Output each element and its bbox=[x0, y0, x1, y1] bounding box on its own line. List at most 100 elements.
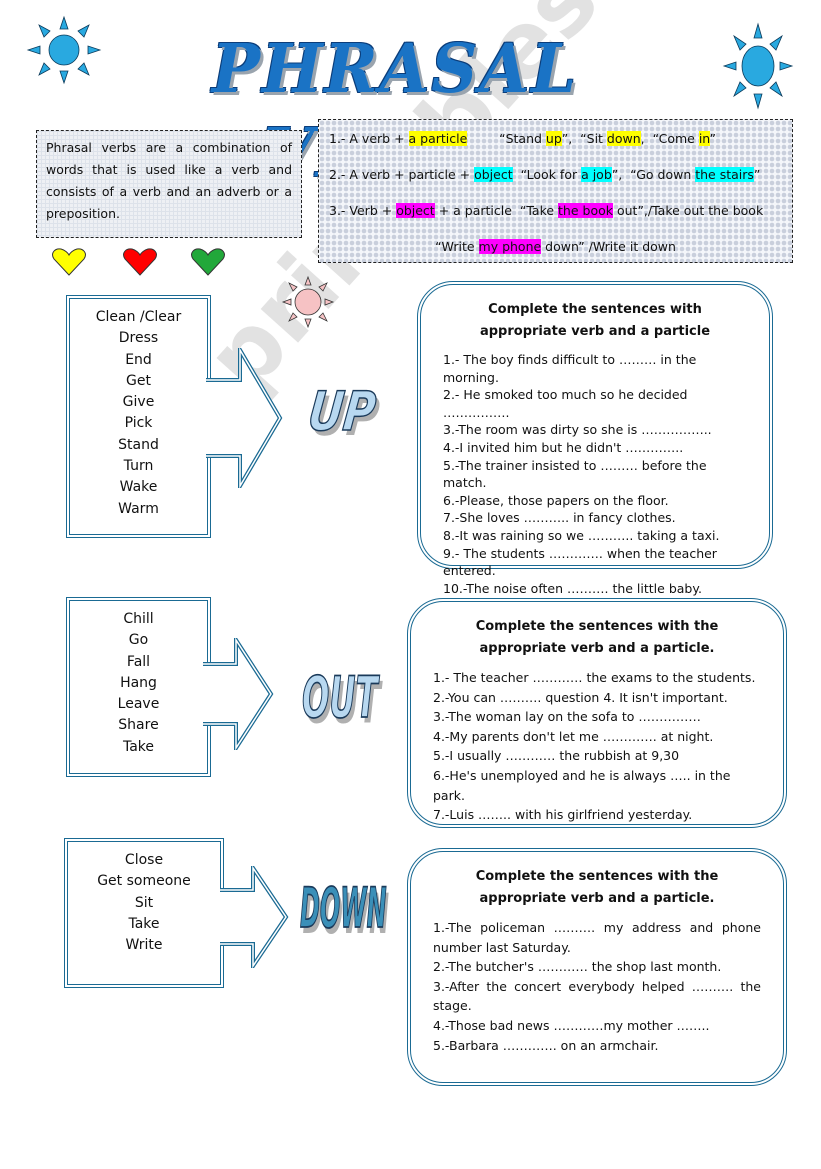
exercise-item: 2.-You can ………. question 4. It isn't imp… bbox=[433, 689, 728, 705]
page-title: PHRASAL VERBS bbox=[211, 30, 579, 193]
verb-item: Take bbox=[128, 915, 160, 932]
rule-text: 3.- Verb + bbox=[329, 203, 397, 218]
out-arrow-icon bbox=[203, 638, 274, 750]
definition-text: Phrasal verbs are a combination of words… bbox=[46, 140, 292, 221]
verb-item: Chill bbox=[123, 611, 154, 627]
out-exercise-box: Complete the sentences with the appropri… bbox=[407, 598, 787, 828]
down-verbs-box: Close Get someone Sit Take Write bbox=[64, 838, 224, 988]
particle-out: OUT bbox=[302, 665, 379, 733]
out-exercise-title: Complete the sentences with the appropri… bbox=[475, 619, 719, 656]
highlight-magenta: my phone bbox=[478, 239, 542, 254]
verb-item: Warm bbox=[118, 500, 159, 517]
red-heart-icon bbox=[123, 248, 157, 276]
up-arrow-icon bbox=[206, 348, 283, 488]
verb-item: Share bbox=[118, 717, 159, 734]
verb-item: Wake bbox=[119, 479, 158, 496]
exercise-item: 5.-The trainer insisted to ……… before th… bbox=[443, 457, 707, 491]
rule-2: 2.- A verb + particle + object “Look for… bbox=[329, 160, 782, 196]
down-exercise-items: 1.-The policeman ………. my address and pho… bbox=[433, 918, 761, 1055]
rule-text: ”, “Go down bbox=[611, 167, 696, 182]
rule-3: 3.- Verb + object + a particle “Take the… bbox=[329, 196, 782, 232]
down-exercise-box: Complete the sentences with the appropri… bbox=[407, 848, 787, 1086]
verb-item: Stand bbox=[118, 436, 159, 453]
exercise-item: 8.-It was raining so we ……….. taking a t… bbox=[443, 527, 720, 543]
rule-text: “Write bbox=[435, 239, 479, 254]
rule-text: ”, “Sit bbox=[561, 131, 607, 146]
highlight-magenta: the book bbox=[558, 203, 613, 218]
exercise-item: 4.-I invited him but he didn't ………….. bbox=[443, 439, 684, 455]
definition-box: Phrasal verbs are a combination of words… bbox=[36, 130, 302, 238]
verb-item: Take bbox=[122, 738, 155, 755]
exercise-item: 6.-Please, those papers on the floor. bbox=[443, 492, 669, 508]
highlight-yellow: a particle bbox=[408, 131, 468, 146]
exercise-item: 10.-The noise often ………. the little baby… bbox=[443, 580, 702, 596]
rule-text: 1.- A verb + bbox=[329, 131, 409, 146]
verb-item: Fall bbox=[126, 653, 151, 670]
blue-sun-icon-left bbox=[26, 15, 102, 85]
exercise-item: 5.-Barbara …………. on an armchair. bbox=[433, 1037, 659, 1053]
verb-item: Hang bbox=[120, 674, 157, 691]
out-exercise-items: 1.- The teacher ………… the exams to the st… bbox=[433, 668, 761, 825]
down-verb-list: Close Get someone Sit Take Write bbox=[68, 842, 220, 956]
verb-item: Give bbox=[122, 394, 155, 411]
verb-item: Clean /Clear bbox=[95, 309, 182, 325]
out-verbs-box: Chill Go Fall Hang Leave Share Take bbox=[66, 597, 211, 777]
highlight-yellow: in bbox=[698, 131, 710, 146]
green-heart-icon bbox=[191, 248, 225, 276]
rule-text: , “Come bbox=[640, 131, 699, 146]
exercise-item: 3.-The room was dirty so she is …………….. bbox=[443, 422, 712, 438]
yellow-heart-icon bbox=[52, 248, 86, 276]
verb-item: Sit bbox=[134, 894, 154, 911]
particle-up: UP bbox=[304, 379, 379, 443]
up-verb-list: Clean /Clear Dress End Get Give Pick Stand Turn… bbox=[70, 299, 207, 520]
rule-3-example: “Write my phone down” /Write it down bbox=[329, 232, 782, 268]
highlight-yellow: up bbox=[545, 131, 562, 146]
exercise-item: 7.-She loves ……….. in fancy clothes. bbox=[443, 510, 676, 526]
verb-item: Write bbox=[125, 937, 163, 954]
particle-down: DOWN bbox=[300, 875, 387, 942]
exercise-item: 4.-Those bad news …………my mother …….. bbox=[433, 1017, 710, 1033]
highlight-yellow: down bbox=[606, 131, 641, 146]
down-arrow-icon bbox=[220, 866, 289, 968]
up-exercise-box: Complete the sentences with appropriate … bbox=[417, 281, 773, 596]
rule-text: 2.- A verb + particle + bbox=[329, 167, 475, 182]
rule-text: “Look for bbox=[512, 167, 582, 182]
exercise-item: 7.-Luis …….. with his girlfriend yesterd… bbox=[433, 807, 693, 823]
rules-box: 1.- A verb + a particle “Stand up”, “Sit… bbox=[318, 119, 793, 263]
verb-item: Get someone bbox=[97, 873, 191, 890]
rule-text: + a particle “Take bbox=[434, 203, 559, 218]
exercise-item: 5.-I usually ………… the rubbish at 9,30 bbox=[433, 748, 680, 764]
down-exercise-title: Complete the sentences with the appropri… bbox=[475, 869, 719, 906]
exercise-item: 3.-The woman lay on the sofa to …………… bbox=[433, 709, 701, 725]
pink-sun-icon bbox=[281, 275, 335, 329]
rule-1: 1.- A verb + a particle “Stand up”, “Sit… bbox=[329, 124, 782, 160]
verb-item: Turn bbox=[123, 458, 154, 475]
verb-item: Leave bbox=[117, 696, 160, 713]
highlight-cyan: a job bbox=[581, 167, 612, 182]
verb-item: Pick bbox=[124, 415, 153, 432]
rule-text: down” /Write it down bbox=[541, 239, 676, 254]
exercise-item: 1.-The policeman ………. my address and pho… bbox=[433, 920, 761, 955]
exercise-item: 4.-My parents don't let me …………. at nigh… bbox=[433, 728, 714, 744]
rule-text: “Stand bbox=[467, 131, 546, 146]
exercise-item: 2.- He smoked too much so he decided ………… bbox=[443, 387, 688, 420]
exercise-item: 2.-The butcher's ………… the shop last mont… bbox=[433, 959, 722, 975]
highlight-magenta: object bbox=[396, 203, 435, 218]
rule-text: ” bbox=[709, 131, 717, 146]
verb-item: Dress bbox=[118, 330, 159, 347]
highlight-cyan: the stairs bbox=[695, 167, 754, 182]
verb-item: Get bbox=[126, 372, 151, 389]
verb-item: Close bbox=[124, 852, 164, 868]
exercise-item: 3.-After the concert everybody helped ……… bbox=[433, 978, 761, 1014]
exercise-item: 9.- The students …………. when the teacher … bbox=[443, 545, 717, 579]
out-verb-list: Chill Go Fall Hang Leave Share Take bbox=[70, 601, 207, 758]
exercise-item: 1.- The boy finds difficult to ……… in th… bbox=[443, 352, 697, 385]
verb-item: Go bbox=[128, 632, 149, 649]
up-exercise-title: Complete the sentences with appropriate … bbox=[479, 302, 711, 339]
exercise-item: 6.-He's unemployed and he is always ….. … bbox=[433, 767, 731, 803]
blue-sun-icon-right bbox=[722, 22, 794, 110]
up-exercise-items: 1.- The boy finds difficult to ……… in th… bbox=[443, 351, 747, 597]
verb-item: End bbox=[125, 351, 152, 368]
up-verbs-box: Clean /Clear Dress End Get Give Pick Stand Turn… bbox=[66, 295, 211, 538]
highlight-cyan: object bbox=[474, 167, 513, 182]
